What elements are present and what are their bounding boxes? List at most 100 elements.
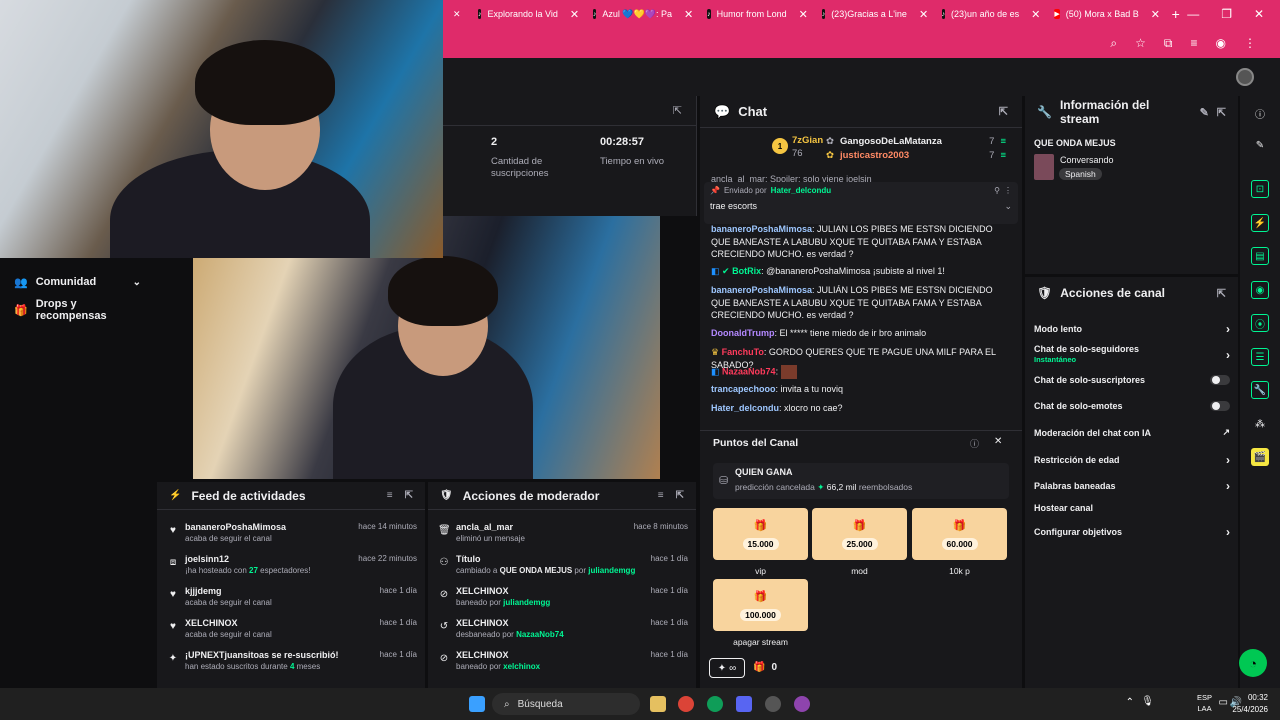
profile-icon[interactable]: ◉	[1216, 36, 1226, 50]
edit-icon[interactable]: ✎	[1200, 106, 1209, 119]
microphone-icon[interactable]: 🎙	[1141, 696, 1154, 707]
info-icon[interactable]: ⓘ	[970, 437, 979, 450]
mod-action-name[interactable]: XELCHINOX	[456, 586, 509, 596]
taskbar-search[interactable]: ⌕ Búsqueda	[492, 693, 640, 715]
action-solo-seguidores[interactable]: Chat de solo-seguidores Instantáneo ›	[1034, 344, 1230, 364]
browser-tab[interactable]: ♪ Azul 💙💛💜: Pa ✕	[585, 0, 699, 28]
steam-icon[interactable]	[765, 696, 781, 712]
info-icon[interactable]: ⓘ	[1251, 104, 1269, 122]
close-icon[interactable]: ✕	[919, 8, 928, 21]
bookmark-star-icon[interactable]: ☆	[1135, 36, 1146, 50]
sidebar-item-comunidad[interactable]: 👥 Comunidad ⌄	[0, 268, 155, 296]
close-icon[interactable]: ✕	[1031, 8, 1040, 21]
leader-name[interactable]: GangosoDeLaMatanza	[840, 136, 942, 147]
popout-icon[interactable]: ⇱	[1217, 106, 1226, 119]
new-tab-button[interactable]: +	[1164, 0, 1188, 28]
feed-item-name[interactable]: bananeroPoshaMimosa	[185, 522, 286, 532]
feed-item-name[interactable]: joelsinn12	[185, 554, 229, 564]
leader-name[interactable]: 7zGian	[792, 135, 823, 146]
pencil-icon[interactable]: ✎	[1251, 136, 1269, 154]
network-icon[interactable]: ▭	[1219, 697, 1228, 708]
close-icon[interactable]: ✕	[1151, 8, 1160, 21]
popout-icon[interactable]: ⇱	[676, 490, 684, 501]
action-restriccion-edad[interactable]: Restricción de edad ›	[1034, 453, 1230, 467]
popout-icon[interactable]: ⇱	[1217, 287, 1226, 300]
mod-action-name[interactable]: XELCHINOX	[456, 618, 509, 628]
filter-icon[interactable]: ≡	[387, 490, 393, 501]
close-icon[interactable]: ✕	[799, 8, 808, 21]
more-dots-icon[interactable]: ⋮	[1004, 186, 1012, 195]
action-solo-emotes[interactable]: Chat de solo-emotes	[1034, 401, 1230, 411]
lightning-icon[interactable]: ⚡	[1251, 214, 1269, 232]
obs-icon[interactable]	[794, 696, 810, 712]
popout-icon[interactable]: ⇱	[405, 490, 413, 501]
action-solo-suscriptores[interactable]: Chat de solo-suscriptores	[1034, 375, 1230, 385]
broadcast-icon[interactable]: ⦿	[1251, 314, 1269, 332]
toggle-switch[interactable]	[1210, 401, 1230, 411]
pin-action-icon[interactable]: ⚲	[994, 186, 1000, 195]
prediction-card[interactable]: ⛁ QUIEN GANA predicción cancelada ✦ 66,2…	[713, 463, 1009, 499]
help-chat-icon[interactable]: ◔	[1239, 649, 1267, 677]
leader-name[interactable]: justicastro2003	[840, 150, 909, 161]
user-avatar[interactable]	[1236, 68, 1254, 86]
pinned-message[interactable]: 📌 Enviado por Hater_delcondu ⚲ ⋮ trae es…	[704, 182, 1018, 224]
extensions-icon[interactable]: ⧉	[1164, 36, 1173, 51]
minimize-icon[interactable]: —	[1187, 7, 1199, 21]
windows-start-icon[interactable]	[469, 696, 485, 712]
points-balance-toggle[interactable]: ✦ ∞	[709, 658, 745, 678]
reward-button-vip[interactable]: 🎁 15.000	[713, 508, 808, 560]
action-configurar-objetivos[interactable]: Configurar objetivos ›	[1034, 525, 1230, 539]
pinned-user[interactable]: Hater_delcondu	[771, 186, 831, 195]
feed-item-name[interactable]: kjjjdemg	[185, 586, 222, 596]
chevron-up-icon[interactable]: ⌃	[1126, 697, 1134, 708]
browser-tab[interactable]: ♪ (23)un año de es ✕	[934, 0, 1047, 28]
chat-username[interactable]: NazaaNob74	[722, 366, 776, 376]
filter-icon[interactable]: ≡	[658, 490, 664, 501]
chat-username[interactable]: bananeroPoshaMimosa	[711, 285, 812, 295]
close-window-icon[interactable]: ✕	[1254, 7, 1264, 21]
language-indicator[interactable]: ESP LAA	[1197, 692, 1212, 714]
document-icon[interactable]: ▤	[1251, 247, 1269, 265]
feed-item-name[interactable]: ¡UPNEXTjuansitoas se re-suscribió!	[185, 650, 339, 660]
maximize-icon[interactable]: ❐	[1221, 7, 1232, 21]
chevron-down-icon[interactable]: ⌄	[1004, 201, 1012, 212]
file-explorer-icon[interactable]	[650, 696, 666, 712]
discord-icon[interactable]	[736, 696, 752, 712]
menu-dots-icon[interactable]: ⋮	[1244, 36, 1256, 50]
close-icon[interactable]: ✕	[684, 8, 693, 21]
popout-icon[interactable]: ⇱	[673, 104, 682, 117]
action-moderacion-ia[interactable]: Moderación del chat con IA ↗	[1034, 427, 1230, 438]
browser-tab[interactable]: ♪ (23)Gracias a L'ine ✕	[814, 0, 934, 28]
chat-username[interactable]: Hater_delcondu	[711, 403, 779, 413]
chrome-active-icon[interactable]	[707, 696, 723, 712]
sidebar-item-drops[interactable]: 🎁 Drops y recompensas	[0, 296, 155, 324]
mod-action-name[interactable]: ancla_al_mar	[456, 522, 513, 532]
chat-username[interactable]: trancapechooo	[711, 384, 776, 394]
clapper-icon[interactable]: 🎬	[1251, 448, 1269, 466]
reward-button-apagar[interactable]: 🎁 100.000	[713, 579, 808, 631]
desc-highlight[interactable]: xelchinox	[503, 662, 540, 671]
chat-icon[interactable]: ◉	[1251, 281, 1269, 299]
tab-close-icon[interactable]: ✕	[443, 0, 470, 28]
browser-tab[interactable]: ▶ (50) Mora x Bad B ✕	[1046, 0, 1163, 28]
zoom-icon[interactable]: ⌕	[1110, 36, 1117, 51]
chat-username[interactable]: bananeroPoshaMimosa	[711, 224, 812, 234]
toggle-switch[interactable]	[1210, 375, 1230, 385]
desc-highlight[interactable]: juliandemgg	[503, 598, 550, 607]
mod-action-name[interactable]: Título	[456, 554, 481, 564]
action-modo-lento[interactable]: Modo lento ›	[1034, 322, 1230, 336]
reward-button-10k[interactable]: 🎁 60.000	[912, 508, 1007, 560]
wrench-icon[interactable]: 🔧	[1251, 381, 1269, 399]
close-icon[interactable]: ✕	[570, 8, 579, 21]
browser-tab[interactable]: ♪ Explorando la Vid ✕	[470, 0, 585, 28]
desc-highlight[interactable]: NazaaNob74	[516, 630, 564, 639]
feed-item-name[interactable]: XELCHINOX	[185, 618, 238, 628]
mod-action-name[interactable]: XELCHINOX	[456, 650, 509, 660]
desc-highlight[interactable]: juliandemgg	[588, 566, 635, 575]
action-hostear-canal[interactable]: Hostear canal	[1034, 503, 1230, 513]
chat-username[interactable]: DoonaldTrump	[711, 328, 775, 338]
chat-username[interactable]: FanchuTo	[722, 347, 764, 357]
capture-icon[interactable]: ⊡	[1251, 180, 1269, 198]
chrome-icon[interactable]	[678, 696, 694, 712]
list-icon[interactable]: ☰	[1251, 348, 1269, 366]
